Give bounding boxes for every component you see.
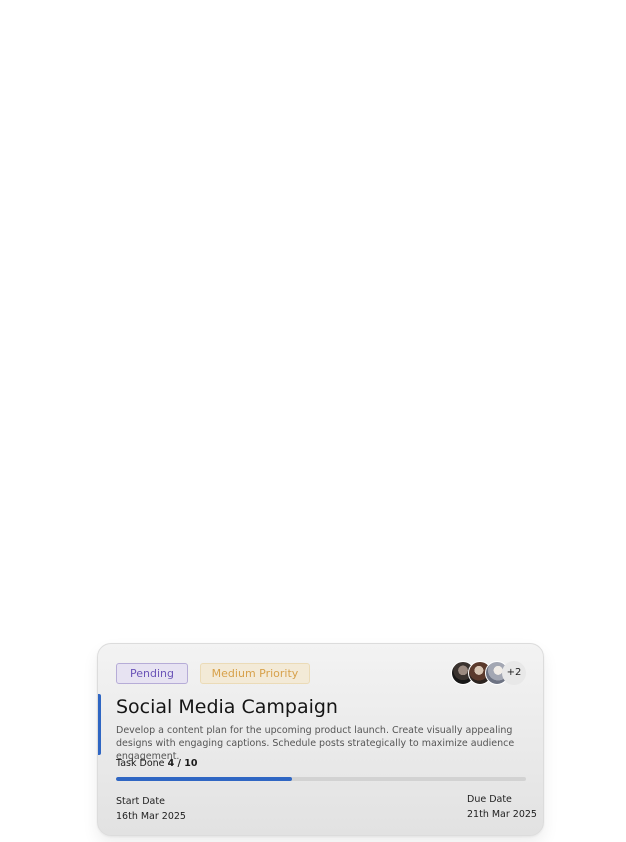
task-done-label: Task Done bbox=[116, 758, 165, 769]
progress-fill bbox=[116, 777, 293, 781]
status-badge[interactable]: Pending bbox=[116, 663, 188, 684]
task-done-summary: Task Done 4 / 10 bbox=[116, 757, 197, 770]
priority-badge[interactable]: Medium Priority bbox=[200, 663, 310, 684]
start-date-label: Start Date bbox=[116, 796, 165, 807]
task-card[interactable]: Pending Medium Priority +2 Social Media … bbox=[97, 643, 544, 836]
progress-bar bbox=[116, 777, 526, 781]
task-done-count: 4 / 10 bbox=[167, 758, 198, 769]
due-date-label: Due Date bbox=[467, 794, 512, 805]
more-assignees-count[interactable]: +2 bbox=[502, 661, 526, 685]
task-title: Social Media Campaign bbox=[116, 696, 338, 718]
start-date-value: 16th Mar 2025 bbox=[116, 811, 186, 822]
due-date-value: 21th Mar 2025 bbox=[467, 809, 537, 820]
card-accent-bar bbox=[98, 694, 101, 755]
assignee-avatars[interactable]: +2 bbox=[451, 661, 527, 685]
